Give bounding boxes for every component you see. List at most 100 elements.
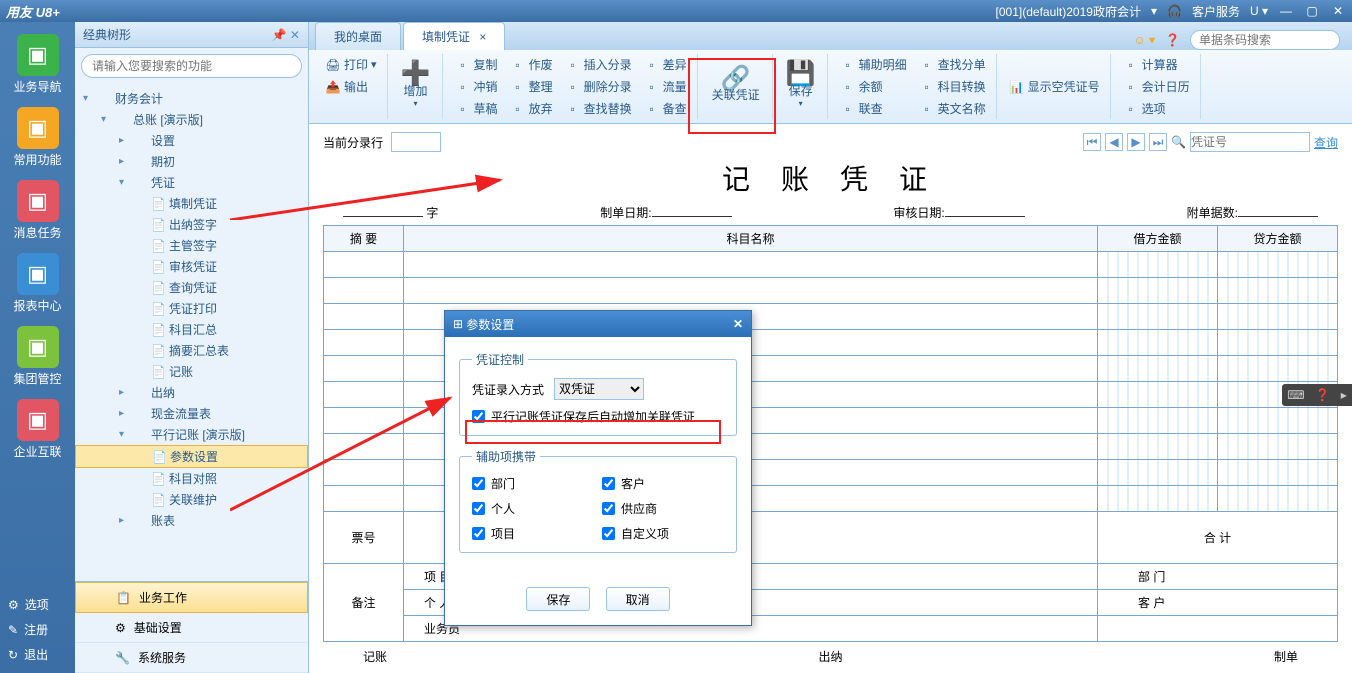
- tree-node[interactable]: 📄凭证打印: [75, 298, 308, 319]
- save-button[interactable]: 💾保存▾: [781, 54, 821, 119]
- tree-node[interactable]: 📄查询凭证: [75, 277, 308, 298]
- iconbar-item[interactable]: ▣集团管控: [8, 322, 68, 391]
- tree-node[interactable]: 📄关联维护: [75, 489, 308, 510]
- iconbar-item[interactable]: ▣消息任务: [8, 176, 68, 245]
- ribbon-button[interactable]: ▫删除分录: [561, 76, 636, 97]
- ribbon-button[interactable]: ▫作废: [506, 54, 557, 75]
- service-icon[interactable]: 🎧: [1167, 4, 1182, 18]
- tree-title: 经典树形: [83, 26, 131, 43]
- dialog-cancel-button[interactable]: 取消: [606, 587, 670, 611]
- show-empty-button[interactable]: 📊显示空凭证号: [1005, 54, 1104, 119]
- aux-checkbox[interactable]: 部门: [472, 475, 594, 492]
- nav-tree: ▾财务会计▾总账 [演示版]▸设置▸期初▾凭证📄填制凭证📄出纳签字📄主管签字📄审…: [75, 84, 308, 581]
- ribbon-button[interactable]: ▫辅助明细: [836, 54, 911, 75]
- nav-last[interactable]: ⏭: [1149, 133, 1167, 151]
- output-button[interactable]: 📤输出: [321, 76, 381, 97]
- service-label[interactable]: 客户服务: [1192, 3, 1240, 20]
- tree-node[interactable]: ▸期初: [75, 151, 308, 172]
- close-button[interactable]: ✕: [1330, 4, 1346, 18]
- tree-node[interactable]: 📄审核凭证: [75, 256, 308, 277]
- tree-node[interactable]: 📄记账: [75, 361, 308, 382]
- ribbon-button[interactable]: ▫查找分单: [915, 54, 990, 75]
- ribbon-button[interactable]: ▫选项: [1119, 98, 1194, 119]
- ribbon-button[interactable]: ▫草稿: [451, 98, 502, 119]
- smiley-icon[interactable]: ☺ ▾: [1133, 33, 1155, 47]
- iconbar-bottom-item[interactable]: ✎注册: [0, 617, 75, 642]
- ribbon-button[interactable]: ▫联查: [836, 98, 911, 119]
- doc-tab[interactable]: 填制凭证 ×: [403, 22, 505, 50]
- iconbar-item[interactable]: ▣常用功能: [8, 103, 68, 172]
- tree-node[interactable]: 📄摘要汇总表: [75, 340, 308, 361]
- dialog-title: 参数设置: [466, 316, 514, 333]
- doc-tabs: 我的桌面填制凭证 × ☺ ▾ ❓: [309, 22, 1352, 50]
- inputmode-select[interactable]: 双凭证: [554, 378, 644, 400]
- pin-icon[interactable]: 📌 ✕: [272, 28, 300, 42]
- u-menu[interactable]: U ▾: [1250, 4, 1268, 18]
- iconbar-item[interactable]: ▣报表中心: [8, 249, 68, 318]
- ribbon-button[interactable]: ▫插入分录: [561, 54, 636, 75]
- barcode-search[interactable]: [1190, 30, 1340, 50]
- ft-jizhang: 记账: [363, 648, 387, 665]
- tree-search-input[interactable]: [81, 54, 302, 78]
- ribbon-button[interactable]: ▫计算器: [1119, 54, 1194, 75]
- param-dialog: ⊞ 参数设置 ✕ 凭证控制 凭证录入方式 双凭证 平行记账凭证保存后自动增加关联…: [444, 310, 752, 626]
- tree-node[interactable]: ▸设置: [75, 130, 308, 151]
- autolink-checkbox[interactable]: 平行记账凭证保存后自动增加关联凭证: [472, 408, 724, 425]
- ribbon-button[interactable]: ▫复制: [451, 54, 502, 75]
- help-icon[interactable]: ❓: [1165, 33, 1180, 47]
- nav-prev[interactable]: ◀: [1105, 133, 1123, 151]
- voucher-no-input[interactable]: [1190, 132, 1310, 152]
- ribbon-button[interactable]: ▫会计日历: [1119, 76, 1194, 97]
- nav-first[interactable]: ⏮: [1083, 133, 1101, 151]
- link-voucher-button[interactable]: 🔗关联凭证: [706, 54, 766, 119]
- float-toolbar[interactable]: ⌨❓▸: [1282, 384, 1352, 406]
- tree-node[interactable]: 📄科目汇总: [75, 319, 308, 340]
- tree-node[interactable]: ▾财务会计: [75, 88, 308, 109]
- doc-tab[interactable]: 我的桌面: [315, 22, 401, 50]
- tree-node[interactable]: ▸现金流量表: [75, 403, 308, 424]
- print-button[interactable]: 🖨打印 ▾: [321, 54, 381, 75]
- tree-tab[interactable]: 🔧系统服务: [75, 643, 308, 673]
- ribbon-button[interactable]: ▫整理: [506, 76, 557, 97]
- ribbon-button[interactable]: ▫流量: [640, 76, 691, 97]
- maximize-button[interactable]: ▢: [1304, 4, 1320, 18]
- minimize-button[interactable]: —: [1278, 4, 1294, 18]
- ribbon-button[interactable]: ▫英文名称: [915, 98, 990, 119]
- nav-next[interactable]: ▶: [1127, 133, 1145, 151]
- ribbon-button[interactable]: ▫查找替换: [561, 98, 636, 119]
- aux-checkbox[interactable]: 客户: [602, 475, 724, 492]
- entryrow-input[interactable]: [391, 132, 441, 152]
- dropdown-icon[interactable]: ▾: [1151, 4, 1157, 18]
- add-button[interactable]: ➕增加▾: [396, 54, 436, 119]
- tree-node[interactable]: 📄填制凭证: [75, 193, 308, 214]
- ribbon-button[interactable]: ▫冲销: [451, 76, 502, 97]
- tree-node[interactable]: 📄参数设置: [75, 445, 308, 468]
- dialog-save-button[interactable]: 保存: [526, 587, 590, 611]
- aux-checkbox[interactable]: 项目: [472, 525, 594, 542]
- iconbar-bottom-item[interactable]: ↻退出: [0, 642, 75, 667]
- tree-node[interactable]: ▸账表: [75, 510, 308, 531]
- tree-tab[interactable]: 📋业务工作: [75, 582, 308, 613]
- ribbon-button[interactable]: ▫余额: [836, 76, 911, 97]
- aux-checkbox[interactable]: 个人: [472, 500, 594, 517]
- tree-node[interactable]: ▾总账 [演示版]: [75, 109, 308, 130]
- tree-node[interactable]: 📄科目对照: [75, 468, 308, 489]
- aux-checkbox[interactable]: 供应商: [602, 500, 724, 517]
- tree-node[interactable]: ▾凭证: [75, 172, 308, 193]
- tree-node[interactable]: ▾平行记账 [演示版]: [75, 424, 308, 445]
- tree-node[interactable]: ▸出纳: [75, 382, 308, 403]
- query-link[interactable]: 查询: [1314, 134, 1338, 151]
- ribbon-button[interactable]: ▫科目转换: [915, 76, 990, 97]
- tree-tab[interactable]: ⚙基础设置: [75, 613, 308, 643]
- tree-node[interactable]: 📄主管签字: [75, 235, 308, 256]
- ribbon-button[interactable]: ▫备查: [640, 98, 691, 119]
- dialog-close[interactable]: ✕: [733, 317, 743, 331]
- iconbar-bottom-item[interactable]: ⚙选项: [0, 592, 75, 617]
- tree-node[interactable]: 📄出纳签字: [75, 214, 308, 235]
- ribbon-button[interactable]: ▫差异: [640, 54, 691, 75]
- ribbon-button[interactable]: ▫放弃: [506, 98, 557, 119]
- iconbar-item[interactable]: ▣企业互联: [8, 395, 68, 464]
- tree-tabs: 📋业务工作⚙基础设置🔧系统服务: [75, 581, 308, 673]
- aux-checkbox[interactable]: 自定义项: [602, 525, 724, 542]
- iconbar-item[interactable]: ▣业务导航: [8, 30, 68, 99]
